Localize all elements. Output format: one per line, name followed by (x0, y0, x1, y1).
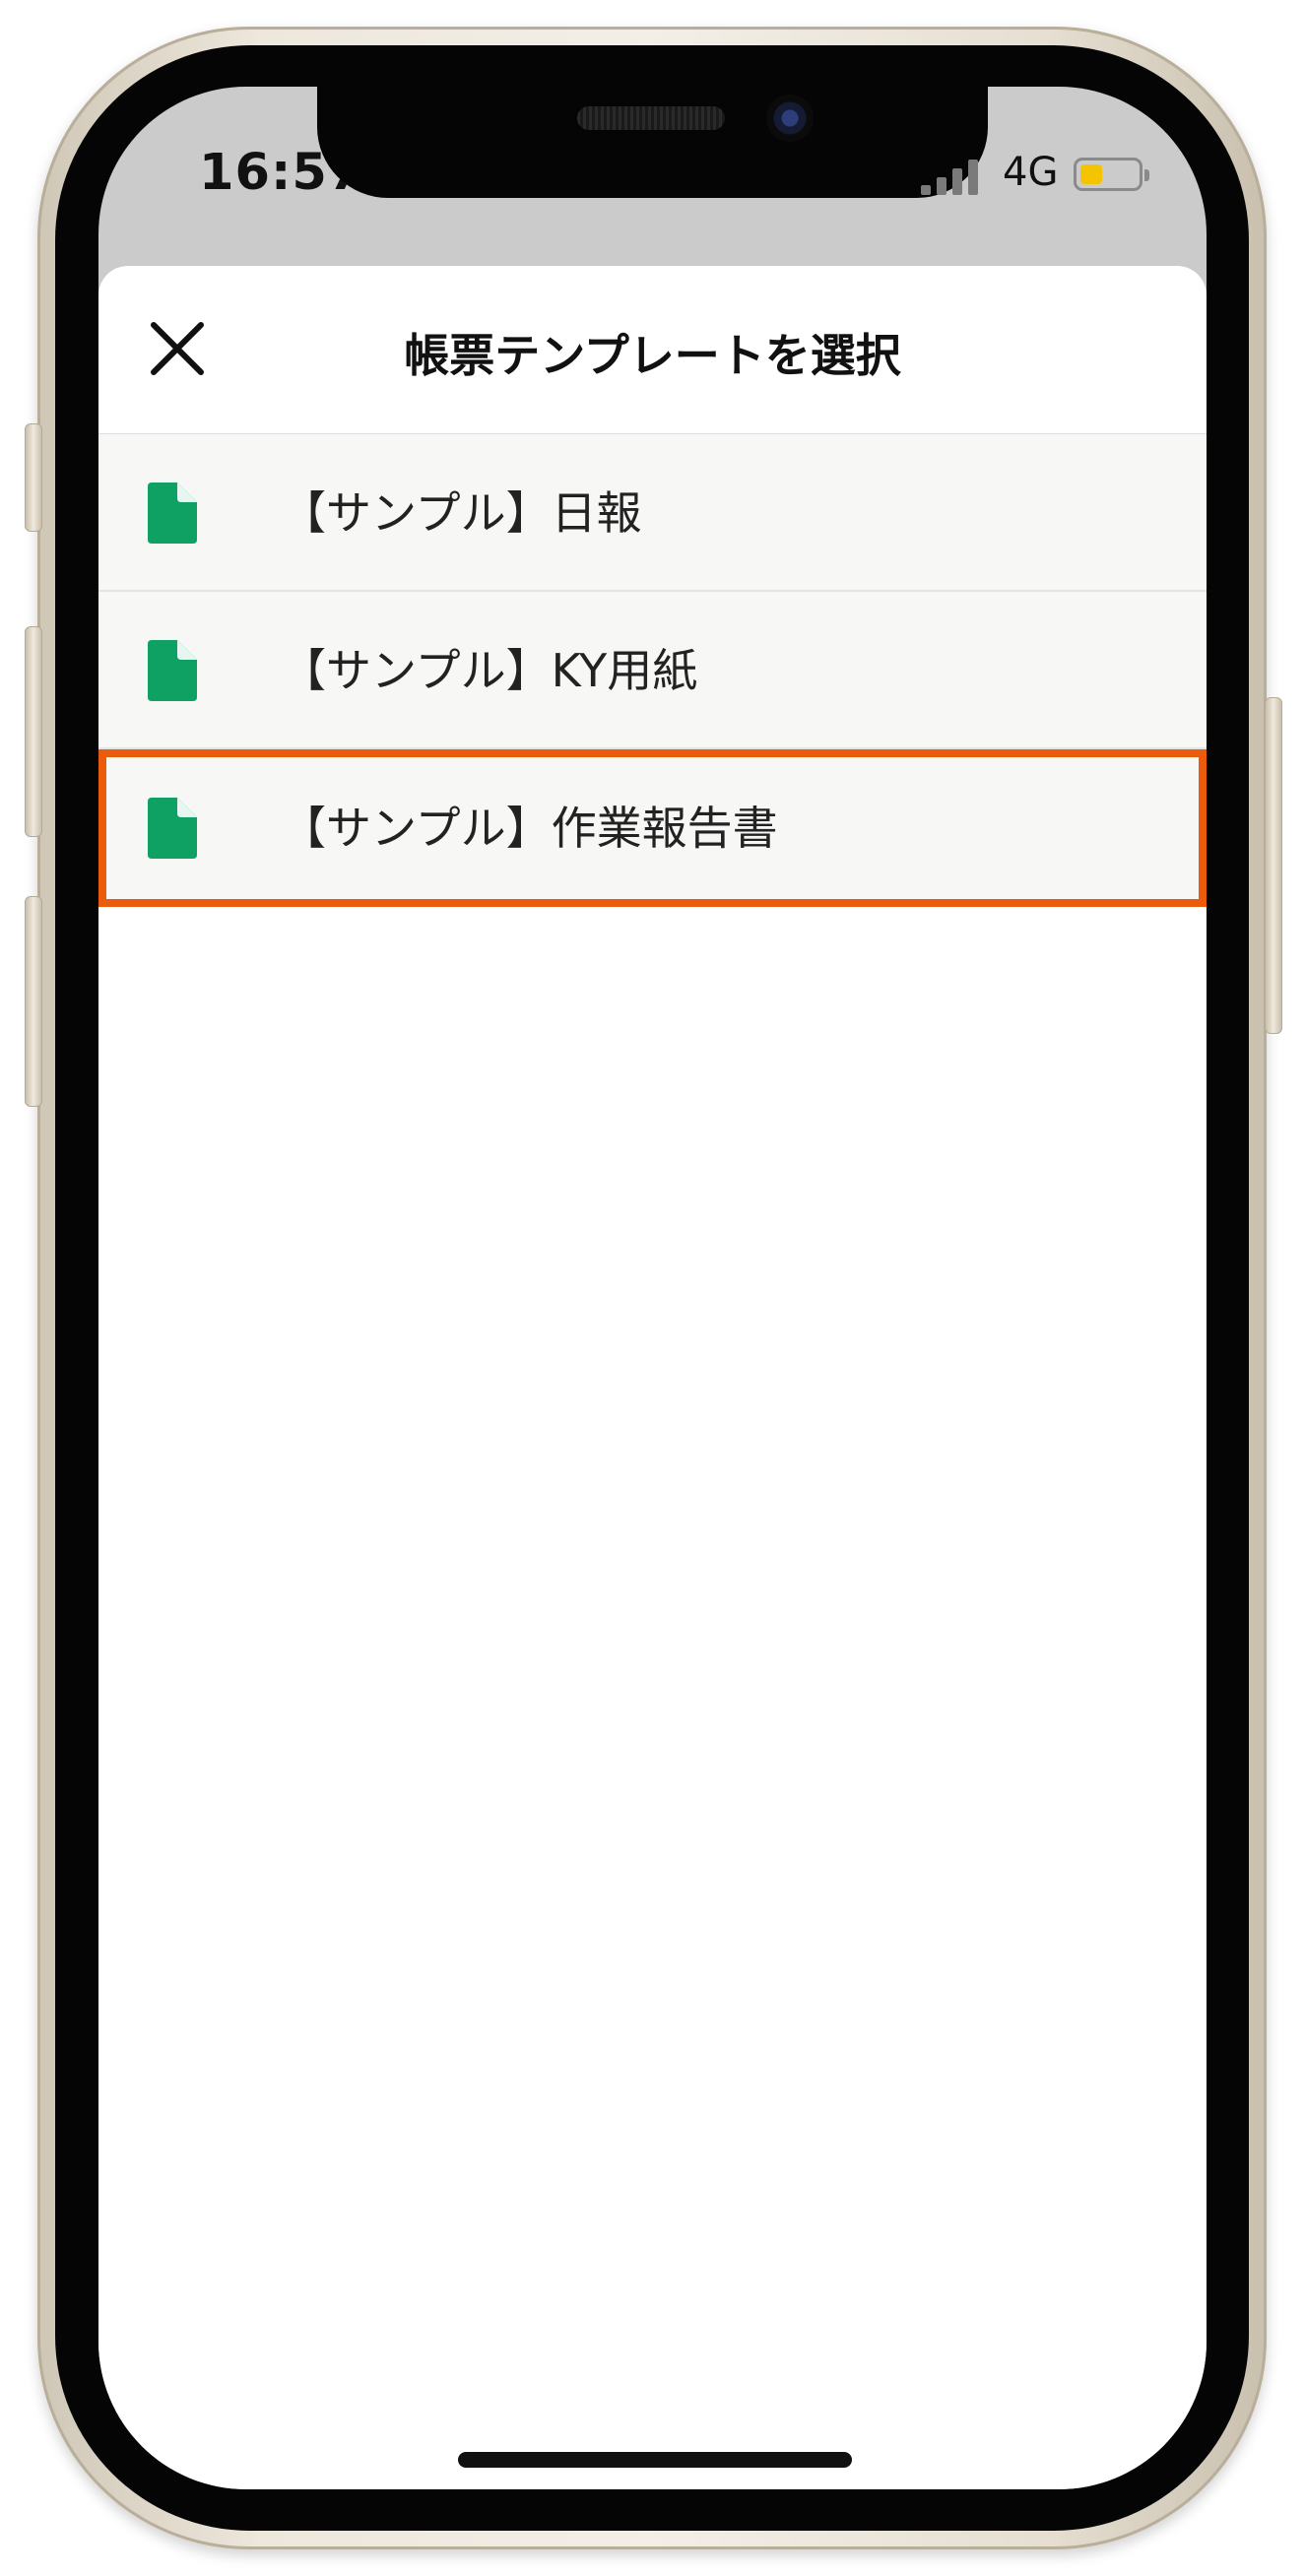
sheet-title: 帳票テンプレートを選択 (404, 329, 901, 382)
side-button-volume-up (25, 626, 42, 837)
side-button-volume-down (25, 896, 42, 1107)
document-icon (148, 483, 197, 544)
network-type: 4G (1003, 150, 1059, 195)
template-item-ky-form[interactable]: 【サンプル】KY用紙 (98, 592, 1207, 749)
template-item-daily-report[interactable]: 【サンプル】日報 (98, 434, 1207, 592)
signal-icon (921, 156, 982, 195)
sheet-header: 帳票テンプレートを選択 (98, 266, 1207, 435)
template-label: 【サンプル】日報 (281, 486, 642, 540)
home-indicator[interactable] (458, 2452, 852, 2468)
template-item-work-report[interactable]: 【サンプル】作業報告書 (98, 749, 1207, 907)
front-camera (766, 95, 814, 142)
side-button-mute (25, 423, 42, 532)
side-button-power (1265, 697, 1282, 1034)
speaker-grille (577, 106, 725, 130)
notch (317, 87, 988, 198)
template-label: 【サンプル】KY用紙 (281, 644, 698, 697)
document-icon (148, 640, 197, 701)
template-list: 【サンプル】日報 【サンプル】KY用紙 【サンプル】作業報告書 (98, 434, 1207, 907)
battery-icon (1074, 158, 1149, 191)
phone-screen: 16:57 4G 帳票テンプレートを選択 【サンプル】日報 【サンプル】KY用紙… (98, 87, 1207, 2489)
document-icon (148, 798, 197, 859)
template-select-sheet: 帳票テンプレートを選択 【サンプル】日報 【サンプル】KY用紙 【サンプル】作業… (98, 266, 1207, 2489)
template-label: 【サンプル】作業報告書 (281, 802, 778, 855)
